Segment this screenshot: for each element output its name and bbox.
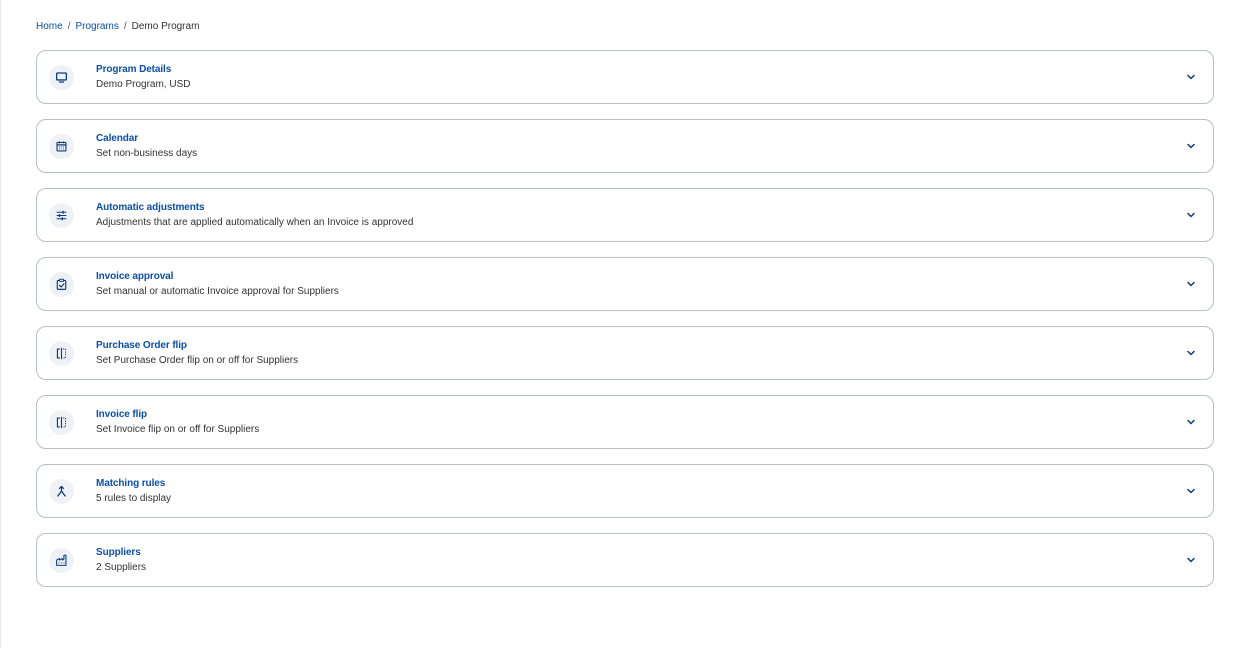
panel-title: Invoice flip [96,408,148,420]
panel-title: Matching rules [96,477,166,489]
panel-subtitle: Demo Program, USD [96,78,191,90]
chevron-down-icon[interactable] [1185,278,1197,290]
chevron-down-icon[interactable] [1185,209,1197,221]
panel-subtitle: Adjustments that are applied automatical… [96,216,414,228]
page-frame: Home / Programs / Demo Program Program D… [0,0,1248,648]
breadcrumb: Home / Programs / Demo Program [36,20,199,34]
sliders-icon [49,202,74,228]
chevron-down-icon[interactable] [1185,347,1197,359]
breadcrumb-current: Demo Program [131,21,200,32]
panel-automatic-adjustments[interactable]: Automatic adjustments Adjustments that a… [36,188,1214,242]
chevron-down-icon[interactable] [1185,416,1197,428]
panel-title: Program Details [96,63,172,75]
breadcrumb-programs-link[interactable]: Programs [75,20,118,34]
merge-icon [49,478,74,504]
panel-calendar[interactable]: Calendar Set non-business days [36,119,1214,173]
panel-subtitle: Set Purchase Order flip on or off for Su… [96,354,299,366]
calendar-icon [49,133,74,159]
panel-subtitle: 5 rules to display [96,492,172,504]
chevron-down-icon[interactable] [1185,140,1197,152]
flip-icon [49,409,74,435]
settings-panels: Program Details Demo Program, USD Calend… [36,50,1214,602]
panel-subtitle: Set manual or automatic Invoice approval… [96,285,339,297]
panel-title: Suppliers [96,546,141,558]
panel-subtitle: 2 Suppliers [96,561,147,573]
chevron-down-icon[interactable] [1185,485,1197,497]
panel-subtitle: Set Invoice flip on or off for Suppliers [96,423,260,435]
panel-invoice-flip[interactable]: Invoice flip Set Invoice flip on or off … [36,395,1214,449]
panel-purchase-order-flip[interactable]: Purchase Order flip Set Purchase Order f… [36,326,1214,380]
breadcrumb-separator: / [67,21,71,32]
panel-suppliers[interactable]: Suppliers 2 Suppliers [36,533,1214,587]
breadcrumb-home-link[interactable]: Home [36,20,63,34]
panel-title: Invoice approval [96,270,174,282]
flip-icon [49,340,74,366]
monitor-icon [49,64,74,90]
panel-title: Calendar [96,132,138,144]
panel-program-details[interactable]: Program Details Demo Program, USD [36,50,1214,104]
panel-title: Automatic adjustments [96,201,205,213]
breadcrumb-separator: / [123,21,127,32]
panel-title: Purchase Order flip [96,339,187,351]
panel-matching-rules[interactable]: Matching rules 5 rules to display [36,464,1214,518]
chevron-down-icon[interactable] [1185,71,1197,83]
clipboard-check-icon [49,271,74,297]
chevron-down-icon[interactable] [1185,554,1197,566]
factory-icon [49,547,74,573]
panel-invoice-approval[interactable]: Invoice approval Set manual or automatic… [36,257,1214,311]
panel-subtitle: Set non-business days [96,147,198,159]
